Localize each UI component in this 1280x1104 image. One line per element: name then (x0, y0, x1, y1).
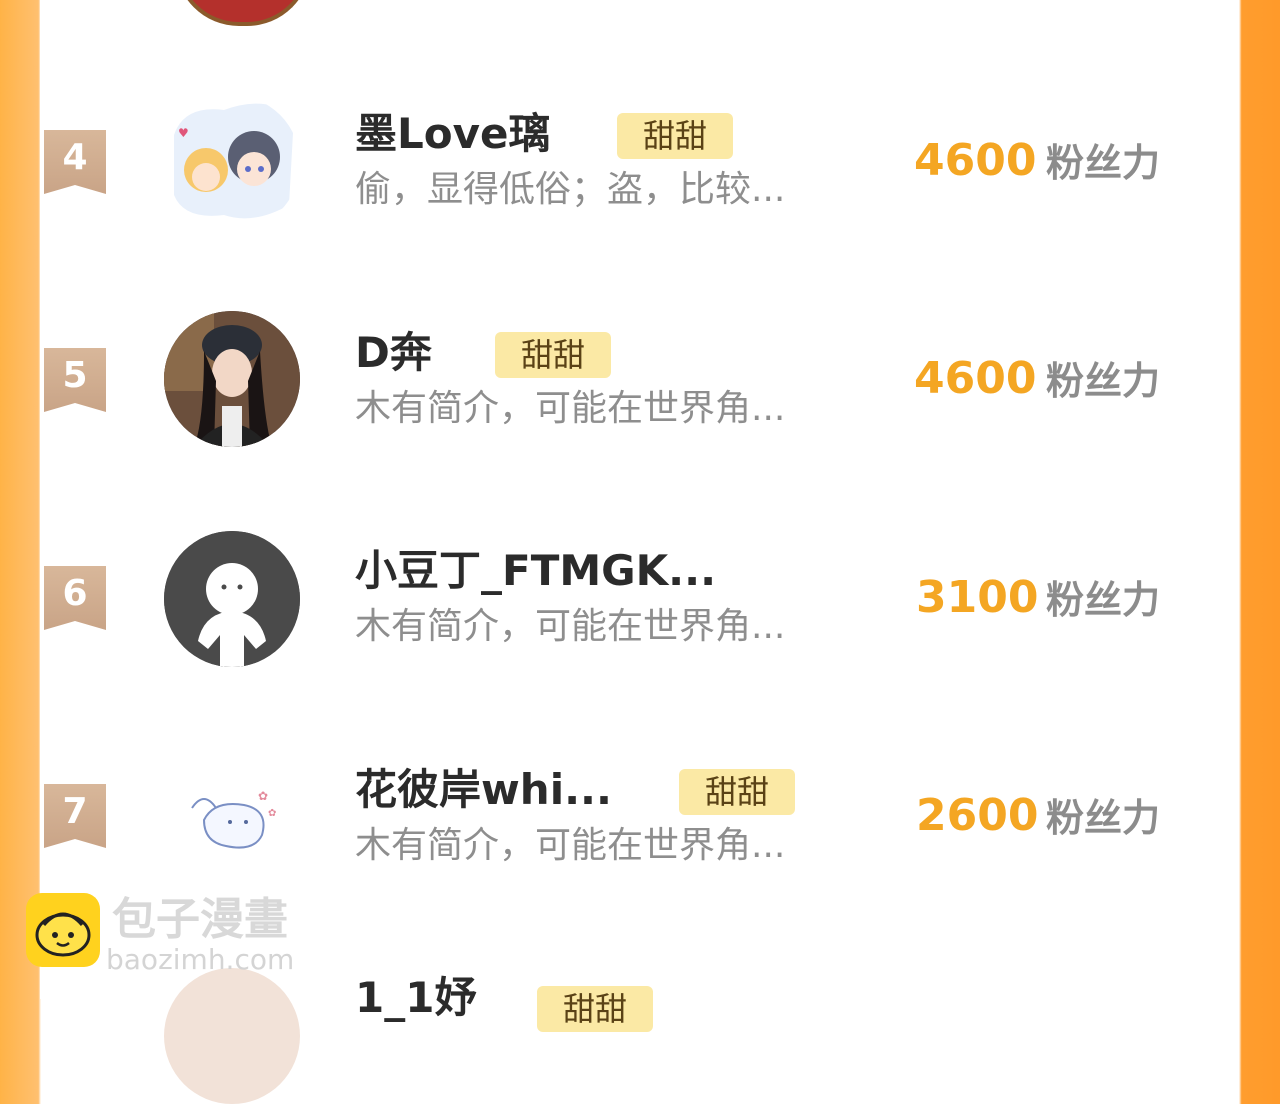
default-avatar-icon (164, 531, 300, 667)
avatar-4[interactable]: ♥ (164, 95, 300, 231)
tag-badge-5: 甜甜 (495, 332, 612, 378)
anime-couple-icon: ♥ (174, 103, 294, 219)
tag-badge-4: 甜甜 (617, 113, 734, 159)
fan-score-5: 4600 (914, 353, 1037, 404)
fan-unit-4: 粉丝力 (1046, 141, 1161, 185)
svg-text:♥: ♥ (178, 126, 189, 140)
tag-badge-8-partial: 甜甜 (537, 986, 654, 1032)
avatar-5[interactable] (164, 311, 300, 447)
username-4[interactable]: 墨Love璃 (355, 108, 550, 160)
girl-photo-icon (164, 311, 300, 447)
fan-score-4: 4600 (914, 135, 1037, 186)
bio-7: 木有简介，可能在世界角... (355, 825, 786, 866)
rank-badge-4: 4 (44, 130, 106, 194)
fan-unit-6: 粉丝力 (1046, 578, 1161, 622)
fan-score-7: 2600 (916, 790, 1039, 841)
watermark-url: baozimh.com (106, 943, 295, 976)
username-7[interactable]: 花彼岸whi... (355, 764, 612, 816)
tag-badge-7: 甜甜 (679, 769, 796, 815)
svg-text:✿: ✿ (258, 789, 268, 803)
bio-4: 偷，显得低俗；盗，比较... (355, 169, 786, 210)
fan-score-6: 3100 (916, 572, 1039, 623)
avatar-6[interactable] (164, 531, 300, 667)
rank-badge-6: 6 (44, 566, 106, 630)
username-6[interactable]: 小豆丁_FTMGK... (355, 545, 716, 597)
avatar-7[interactable]: ✿ ✿ (164, 750, 300, 886)
bio-5: 木有简介，可能在世界角... (355, 388, 786, 429)
avatar-8-partial[interactable] (164, 968, 300, 1104)
username-8-partial[interactable]: 1_1妤 (355, 972, 476, 1024)
fan-unit-7: 粉丝力 (1046, 796, 1161, 840)
fan-unit-5: 粉丝力 (1046, 359, 1161, 403)
cat-doodle-icon: ✿ ✿ (191, 789, 276, 849)
svg-text:✿: ✿ (268, 808, 276, 819)
baozi-logo-icon (26, 893, 100, 967)
rank-badge-5: 5 (44, 348, 106, 412)
username-5[interactable]: D奔 (355, 327, 432, 379)
rank-badge-7: 7 (44, 784, 106, 848)
bio-6: 木有简介，可能在世界角... (355, 606, 786, 647)
